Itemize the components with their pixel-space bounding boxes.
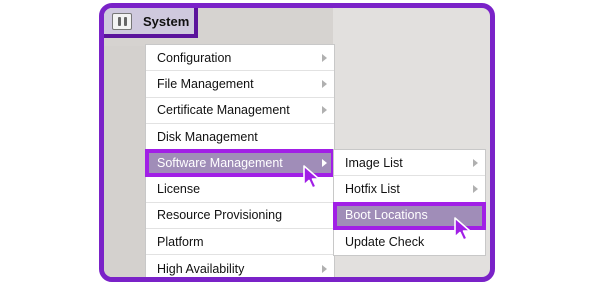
submenu-item-label: Hotfix List	[345, 181, 400, 196]
menu-item-high-availability[interactable]: High Availability	[146, 255, 334, 277]
menu-item-label: Disk Management	[157, 129, 258, 144]
submenu-arrow-icon	[322, 79, 327, 88]
system-menu-tab[interactable]: System	[104, 8, 198, 38]
submenu-arrow-icon	[473, 184, 478, 193]
app-frame: System Configuration File Management Cer…	[99, 3, 495, 282]
menu-item-platform[interactable]: Platform	[146, 229, 334, 256]
menu-item-label: Platform	[157, 234, 204, 249]
submenu-item-label: Update Check	[345, 235, 425, 250]
menu-item-resource-provisioning[interactable]: Resource Provisioning	[146, 203, 334, 230]
submenu-arrow-icon	[473, 158, 478, 167]
submenu-arrow-icon	[322, 106, 327, 115]
menu-item-label: License	[157, 182, 201, 197]
sidebar-strip	[104, 46, 145, 277]
submenu-item-label: Image List	[345, 155, 403, 170]
submenu-item-hotfix-list[interactable]: Hotfix List	[334, 176, 485, 203]
menu-item-configuration[interactable]: Configuration	[146, 45, 334, 72]
submenu-item-image-list[interactable]: Image List	[334, 150, 485, 177]
menu-item-label: File Management	[157, 76, 254, 91]
menu-item-file-management[interactable]: File Management	[146, 71, 334, 98]
system-dropdown-menu: Configuration File Management Certificat…	[145, 44, 335, 277]
mouse-pointer-icon	[303, 165, 320, 189]
menu-item-disk-management[interactable]: Disk Management	[146, 124, 334, 151]
menu-item-label: Software Management	[157, 155, 283, 170]
mouse-pointer-icon	[454, 217, 471, 241]
menu-item-certificate-management[interactable]: Certificate Management	[146, 98, 334, 124]
menu-item-label: Configuration	[157, 50, 232, 65]
menu-item-label: Resource Provisioning	[157, 208, 283, 223]
submenu-arrow-icon	[322, 53, 327, 62]
system-tab-label: System	[143, 13, 190, 29]
menu-item-label: High Availability	[157, 261, 245, 276]
menu-item-label: Certificate Management	[157, 103, 290, 118]
submenu-arrow-icon	[322, 264, 327, 273]
system-settings-icon	[112, 12, 132, 30]
submenu-item-label: Boot Locations	[345, 208, 428, 223]
